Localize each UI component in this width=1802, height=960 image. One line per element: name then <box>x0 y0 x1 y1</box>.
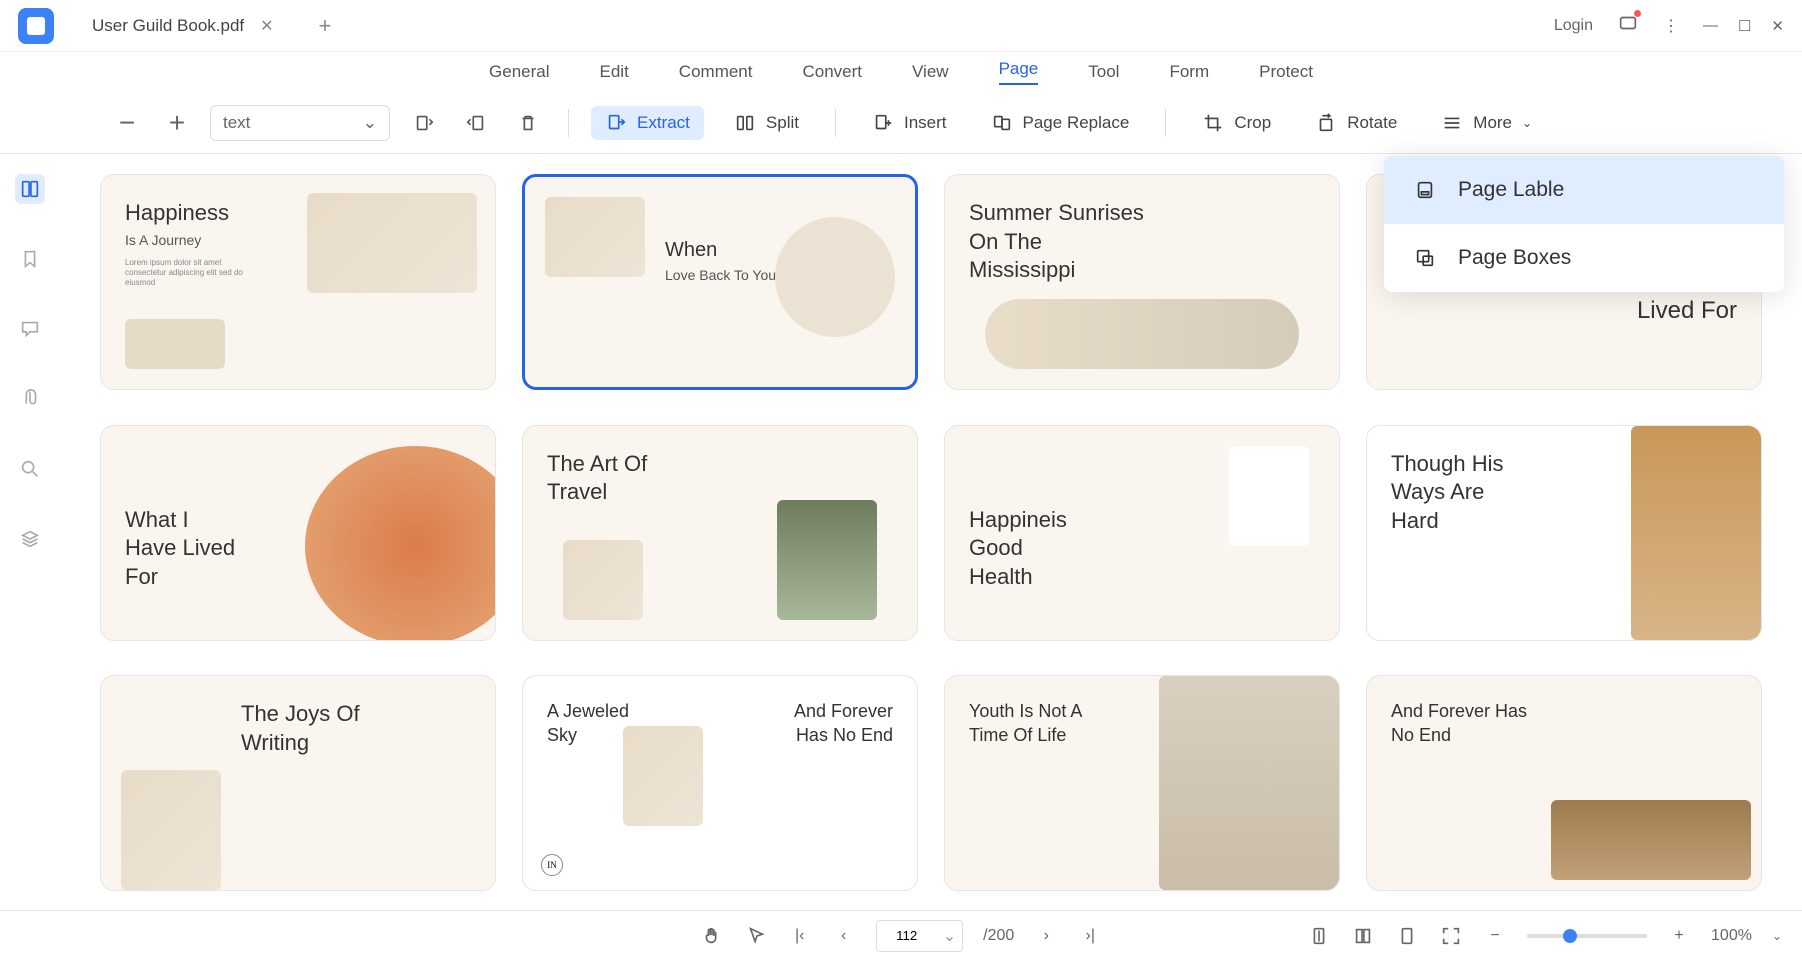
page-thumbnail[interactable]: Though His Ways Are Hard <box>1366 425 1762 641</box>
zoom-out-icon[interactable]: − <box>1483 924 1507 948</box>
more-icon <box>1441 112 1463 134</box>
app-logo[interactable] <box>18 8 54 44</box>
text-dropdown-label: text <box>223 113 250 133</box>
insert-icon <box>872 112 894 134</box>
text-dropdown[interactable]: text ⌄ <box>210 105 390 141</box>
close-tab-icon[interactable]: ✕ <box>260 16 273 36</box>
page-thumbnail[interactable]: HappinessIs A JourneyLorem ipsum dolor s… <box>100 174 496 390</box>
sidebar <box>0 154 60 920</box>
zoom-in-button[interactable]: + <box>160 106 194 140</box>
last-page-icon[interactable]: ›| <box>1078 924 1102 948</box>
more-label: More <box>1473 113 1512 133</box>
prev-page-icon[interactable]: ‹ <box>832 924 856 948</box>
menu-protect[interactable]: Protect <box>1259 62 1313 82</box>
statusbar: |‹ ‹ ⌄ /200 › ›| − + 100% ⌄ <box>0 910 1802 960</box>
more-dropdown: Page Lable Page Boxes <box>1384 156 1784 292</box>
page-thumbnail[interactable]: The Joys Of Writing <box>100 675 496 891</box>
page-boxes-icon <box>1414 247 1436 269</box>
document-tab[interactable]: User Guild Book.pdf ✕ <box>72 0 295 51</box>
zoom-out-button[interactable]: − <box>110 106 144 140</box>
page-thumbnail[interactable]: Summer Sunrises On The Mississippi <box>944 174 1340 390</box>
toolbar: − + text ⌄ Extract Split Insert Page Rep… <box>0 92 1802 154</box>
rotate-button[interactable]: Rotate <box>1301 106 1411 140</box>
zoom-level: 100% <box>1711 927 1752 945</box>
tab-title: User Guild Book.pdf <box>92 16 244 36</box>
page-thumbnail[interactable]: And Forever Has No End <box>1366 675 1762 891</box>
extract-icon <box>605 112 627 134</box>
sidebar-thumbnails[interactable] <box>15 174 45 204</box>
login-link[interactable]: Login <box>1554 17 1593 35</box>
page-total: /200 <box>983 927 1014 945</box>
page-dropdown-icon[interactable]: ⌄ <box>937 926 962 946</box>
extract-label: Extract <box>637 113 690 133</box>
split-button[interactable]: Split <box>720 106 813 140</box>
first-page-icon[interactable]: |‹ <box>788 924 812 948</box>
zoom-slider[interactable] <box>1527 934 1647 938</box>
rotate-icon <box>1315 112 1337 134</box>
split-label: Split <box>766 113 799 133</box>
page-thumbnail[interactable]: WhenLove Back To You <box>522 174 918 390</box>
crop-button[interactable]: Crop <box>1188 106 1285 140</box>
sidebar-search[interactable] <box>15 454 45 484</box>
menu-view[interactable]: View <box>912 62 949 82</box>
sidebar-comments[interactable] <box>15 314 45 344</box>
close-window-icon[interactable]: ✕ <box>1771 17 1784 35</box>
delete-icon[interactable] <box>510 105 546 141</box>
insert-button[interactable]: Insert <box>858 106 961 140</box>
chevron-down-icon: ⌄ <box>1522 116 1532 130</box>
page-replace-icon <box>991 112 1013 134</box>
menu-page[interactable]: Page <box>999 59 1039 85</box>
crop-icon <box>1202 112 1224 134</box>
rotate-right-icon[interactable] <box>458 105 494 141</box>
menu-convert[interactable]: Convert <box>802 62 862 82</box>
page-thumbnail[interactable]: A Jeweled SkyAnd Forever Has No End IN <box>522 675 918 891</box>
single-page-icon[interactable] <box>1395 924 1419 948</box>
page-number-input[interactable] <box>877 921 937 951</box>
in-badge: IN <box>541 854 563 876</box>
page-label-icon <box>1414 179 1436 201</box>
menu-edit[interactable]: Edit <box>600 62 629 82</box>
add-tab-button[interactable]: + <box>319 13 332 39</box>
sidebar-bookmarks[interactable] <box>15 244 45 274</box>
page-thumbnail[interactable]: Youth Is Not A Time Of Life <box>944 675 1340 891</box>
rotate-left-icon[interactable] <box>406 105 442 141</box>
fit-width-icon[interactable] <box>1351 924 1375 948</box>
next-page-icon[interactable]: › <box>1034 924 1058 948</box>
page-replace-button[interactable]: Page Replace <box>977 106 1144 140</box>
zoom-in-icon[interactable]: + <box>1667 924 1691 948</box>
dropdown-page-boxes[interactable]: Page Boxes <box>1384 224 1784 292</box>
fullscreen-icon[interactable] <box>1439 924 1463 948</box>
fit-height-icon[interactable] <box>1307 924 1331 948</box>
menu-general[interactable]: General <box>489 62 549 82</box>
extract-button[interactable]: Extract <box>591 106 704 140</box>
crop-label: Crop <box>1234 113 1271 133</box>
notification-icon[interactable] <box>1617 12 1639 39</box>
dropdown-page-label[interactable]: Page Lable <box>1384 156 1784 224</box>
sidebar-layers[interactable] <box>15 524 45 554</box>
menu-form[interactable]: Form <box>1169 62 1209 82</box>
page-thumbnail[interactable]: What I Have Lived For <box>100 425 496 641</box>
split-icon <box>734 112 756 134</box>
sidebar-attachments[interactable] <box>15 384 45 414</box>
page-thumbnail[interactable]: Happineis Good Health <box>944 425 1340 641</box>
menubar: General Edit Comment Convert View Page T… <box>0 52 1802 92</box>
menu-comment[interactable]: Comment <box>679 62 753 82</box>
rotate-label: Rotate <box>1347 113 1397 133</box>
more-button[interactable]: More ⌄ <box>1427 106 1546 140</box>
zoom-dropdown-icon[interactable]: ⌄ <box>1772 929 1782 943</box>
minimize-icon[interactable]: — <box>1703 17 1718 35</box>
select-tool-icon[interactable] <box>744 924 768 948</box>
page-thumbnail[interactable]: The Art Of Travel <box>522 425 918 641</box>
maximize-icon[interactable]: ☐ <box>1738 17 1751 35</box>
hand-tool-icon[interactable] <box>700 924 724 948</box>
menu-tool[interactable]: Tool <box>1088 62 1119 82</box>
insert-label: Insert <box>904 113 947 133</box>
page-replace-label: Page Replace <box>1023 113 1130 133</box>
titlebar: User Guild Book.pdf ✕ + Login ⋮ — ☐ ✕ <box>0 0 1802 52</box>
chevron-down-icon: ⌄ <box>363 113 377 133</box>
menu-dots-icon[interactable]: ⋮ <box>1663 16 1679 36</box>
